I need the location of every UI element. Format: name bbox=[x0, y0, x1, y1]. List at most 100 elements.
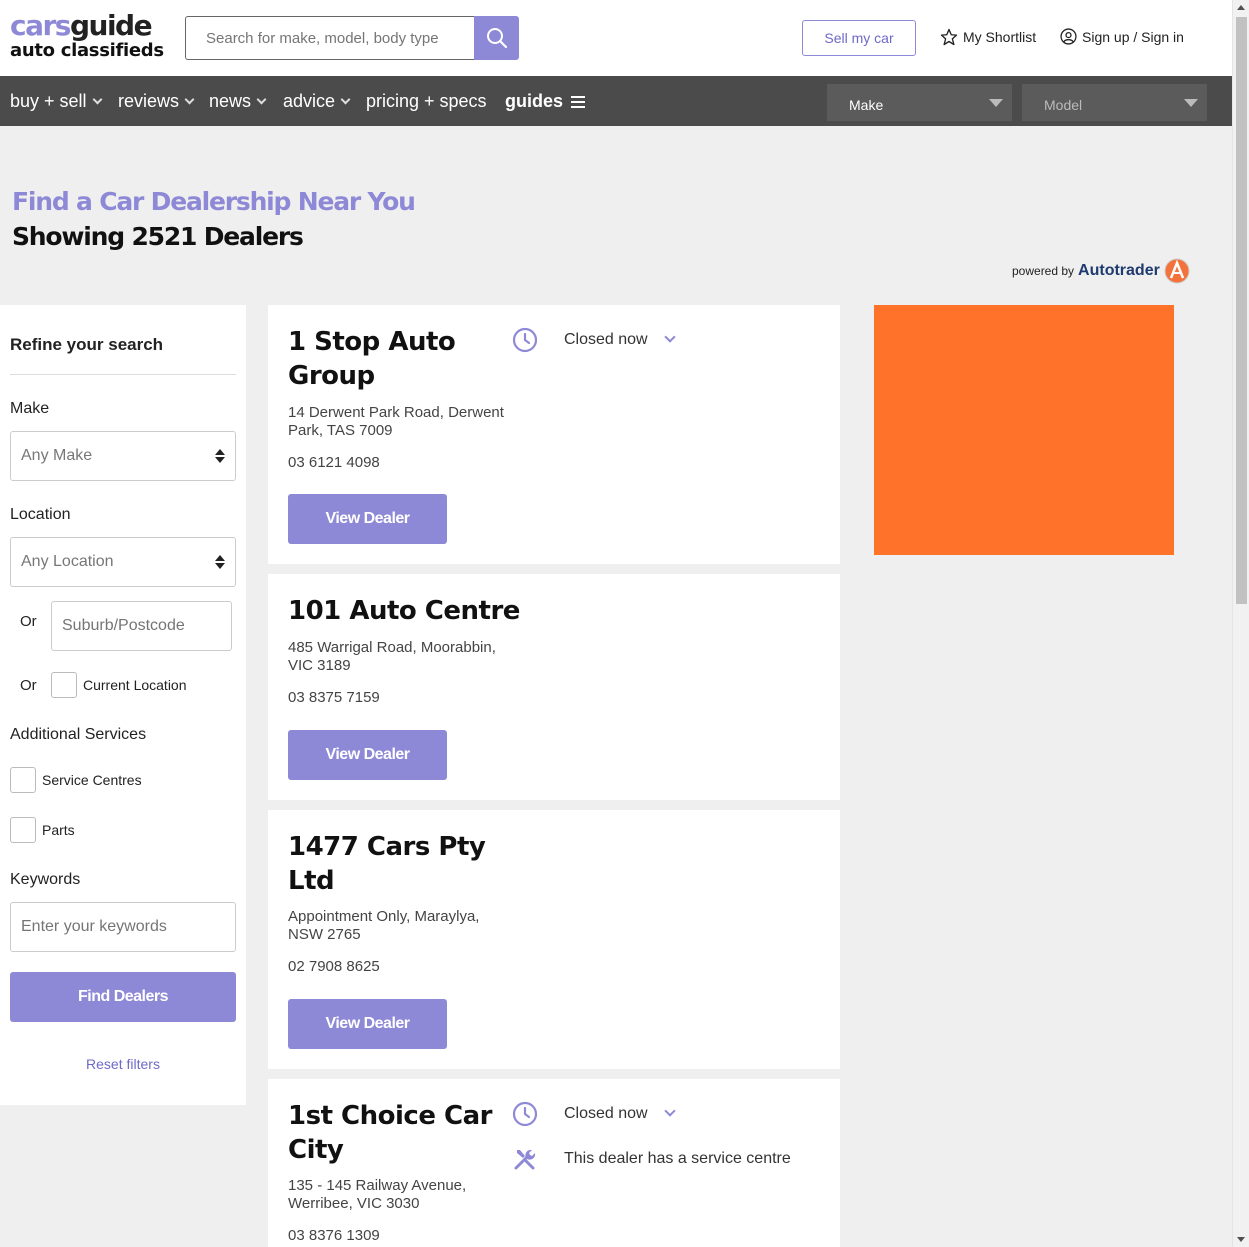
view-dealer-button[interactable]: View Dealer bbox=[288, 730, 447, 780]
clock-icon bbox=[512, 327, 538, 353]
sign-in-link[interactable]: Sign up / Sign in bbox=[1060, 28, 1184, 45]
powered-by-autotrader[interactable]: powered by Autotrader bbox=[1012, 258, 1190, 284]
dealer-phone[interactable]: 02 7908 8625 bbox=[288, 958, 380, 975]
powered-by-text: powered by bbox=[1012, 264, 1075, 278]
location-label: Location bbox=[10, 506, 71, 523]
carsguide-logo[interactable]: carsguide auto classifieds bbox=[10, 12, 164, 62]
dealer-name[interactable]: 1477 Cars Pty Ltd bbox=[288, 830, 508, 898]
select-arrows-icon bbox=[215, 555, 225, 569]
sell-my-car-button[interactable]: Sell my car bbox=[802, 20, 916, 56]
hamburger-icon bbox=[571, 95, 586, 108]
scroll-thumb[interactable] bbox=[1236, 17, 1247, 604]
current-location-checkbox[interactable] bbox=[51, 672, 77, 698]
suburb-postcode-input[interactable] bbox=[51, 601, 232, 651]
opening-hours-toggle[interactable]: Closed now bbox=[512, 327, 676, 353]
scroll-down-arrow[interactable] bbox=[1237, 1237, 1245, 1242]
current-location-label: Current Location bbox=[83, 677, 187, 693]
nav-reviews-label: reviews bbox=[118, 91, 180, 111]
service-centres-label: Service Centres bbox=[42, 772, 142, 788]
clock-icon bbox=[512, 1101, 538, 1127]
shortlist-label: My Shortlist bbox=[963, 29, 1037, 45]
nav-advice-label: advice bbox=[283, 91, 336, 111]
nav-guides[interactable]: guides bbox=[505, 91, 586, 112]
dealer-phone[interactable]: 03 6121 4098 bbox=[288, 454, 380, 471]
user-icon bbox=[1060, 28, 1077, 45]
dealer-name[interactable]: 1st Choice Car City bbox=[288, 1099, 508, 1167]
dealer-card: 1477 Cars Pty Ltd Appointment Only, Mara… bbox=[268, 810, 840, 1069]
view-dealer-button[interactable]: View Dealer bbox=[288, 494, 447, 544]
chevron-down-icon bbox=[256, 94, 267, 105]
my-shortlist-link[interactable]: My Shortlist bbox=[940, 28, 1036, 46]
autotrader-logo-icon bbox=[1164, 258, 1190, 284]
wrench-screwdriver-icon bbox=[514, 1149, 536, 1170]
dealer-name[interactable]: 1 Stop Auto Group bbox=[288, 325, 508, 393]
nav-pricing-specs[interactable]: pricing + specs bbox=[366, 91, 487, 112]
search-icon bbox=[486, 28, 507, 49]
reset-filters-link[interactable]: Reset filters bbox=[0, 1056, 246, 1072]
autotrader-brand: Autotrader bbox=[1078, 262, 1160, 279]
dealer-count: Showing 2521 Dealers bbox=[12, 222, 304, 251]
make-select[interactable]: Any Make bbox=[10, 431, 236, 481]
nav-pricing-label: pricing + specs bbox=[366, 91, 487, 111]
nav-buy-sell[interactable]: buy + sell bbox=[10, 91, 102, 112]
dealer-card: 1st Choice Car City 135 - 145 Railway Av… bbox=[268, 1079, 840, 1247]
service-centre-info: This dealer has a service centre bbox=[512, 1146, 791, 1172]
refine-search-panel: Refine your search Make Any Make Locatio… bbox=[0, 305, 246, 1105]
nav-model-select[interactable]: Model bbox=[1022, 84, 1207, 121]
chevron-down-icon bbox=[184, 94, 195, 105]
dealer-address: 485 Warrigal Road, Moorabbin, VIC 3189 bbox=[288, 639, 496, 674]
nav-news[interactable]: news bbox=[209, 91, 267, 112]
dropdown-triangle-icon bbox=[1184, 99, 1198, 107]
dealer-phone[interactable]: 03 8376 1309 bbox=[288, 1227, 380, 1244]
chevron-down-icon bbox=[92, 94, 102, 105]
advertisement-banner[interactable] bbox=[874, 305, 1174, 555]
logo-guide: guide bbox=[69, 9, 153, 42]
dealer-card: 1 Stop Auto Group 14 Derwent Park Road, … bbox=[268, 305, 840, 564]
parts-checkbox[interactable] bbox=[10, 817, 36, 843]
additional-services-label: Additional Services bbox=[10, 726, 147, 743]
nav-model-label: Model bbox=[1044, 97, 1083, 113]
dealer-address: 135 - 145 Railway Avenue, Werribee, VIC … bbox=[288, 1177, 467, 1212]
refine-title: Refine your search bbox=[10, 335, 164, 354]
open-status: Closed now bbox=[564, 1105, 648, 1122]
make-select-value: Any Make bbox=[21, 447, 93, 464]
find-dealers-button[interactable]: Find Dealers bbox=[10, 972, 236, 1022]
page-title: Find a Car Dealership Near You bbox=[12, 187, 416, 216]
divider bbox=[10, 374, 236, 375]
dealer-address: Appointment Only, Maraylya, NSW 2765 bbox=[288, 908, 480, 943]
dealer-address: 14 Derwent Park Road, Derwent Park, TAS … bbox=[288, 404, 504, 439]
nav-make-label: Make bbox=[849, 97, 884, 113]
search-button[interactable] bbox=[474, 16, 519, 60]
keywords-input[interactable] bbox=[10, 902, 236, 952]
nav-buy-sell-label: buy + sell bbox=[10, 91, 87, 111]
nav-make-select[interactable]: Make bbox=[827, 84, 1012, 121]
select-arrows-icon bbox=[215, 449, 225, 463]
opening-hours-toggle[interactable]: Closed now bbox=[512, 1101, 676, 1127]
parts-label: Parts bbox=[42, 822, 75, 838]
service-centre-text: This dealer has a service centre bbox=[564, 1150, 791, 1167]
location-select-value: Any Location bbox=[21, 553, 114, 570]
chevron-down-icon bbox=[340, 94, 351, 105]
logo-subtitle: auto classifieds bbox=[10, 40, 164, 61]
location-select[interactable]: Any Location bbox=[10, 537, 236, 587]
sign-in-label: Sign up / Sign in bbox=[1082, 28, 1184, 45]
dealer-card: 101 Auto Centre 485 Warrigal Road, Moora… bbox=[268, 574, 840, 800]
keywords-label: Keywords bbox=[10, 871, 81, 888]
nav-reviews[interactable]: reviews bbox=[118, 91, 195, 112]
nav-guides-label: guides bbox=[505, 91, 564, 111]
open-status: Closed now bbox=[564, 331, 648, 348]
dropdown-triangle-icon bbox=[989, 99, 1003, 107]
service-centres-checkbox[interactable] bbox=[10, 767, 36, 793]
make-label: Make bbox=[10, 400, 50, 417]
or-label: Or bbox=[20, 677, 37, 694]
scroll-up-arrow[interactable] bbox=[1237, 5, 1245, 10]
nav-advice[interactable]: advice bbox=[283, 91, 351, 112]
view-dealer-button[interactable]: View Dealer bbox=[288, 999, 447, 1049]
dealer-phone[interactable]: 03 8375 7159 bbox=[288, 689, 380, 706]
page-scrollbar[interactable] bbox=[1232, 0, 1249, 1247]
logo-cars: cars bbox=[10, 9, 71, 42]
or-label: Or bbox=[20, 613, 37, 630]
dealer-name[interactable]: 101 Auto Centre bbox=[288, 594, 588, 628]
star-icon bbox=[940, 28, 958, 46]
search-input[interactable] bbox=[185, 16, 475, 60]
